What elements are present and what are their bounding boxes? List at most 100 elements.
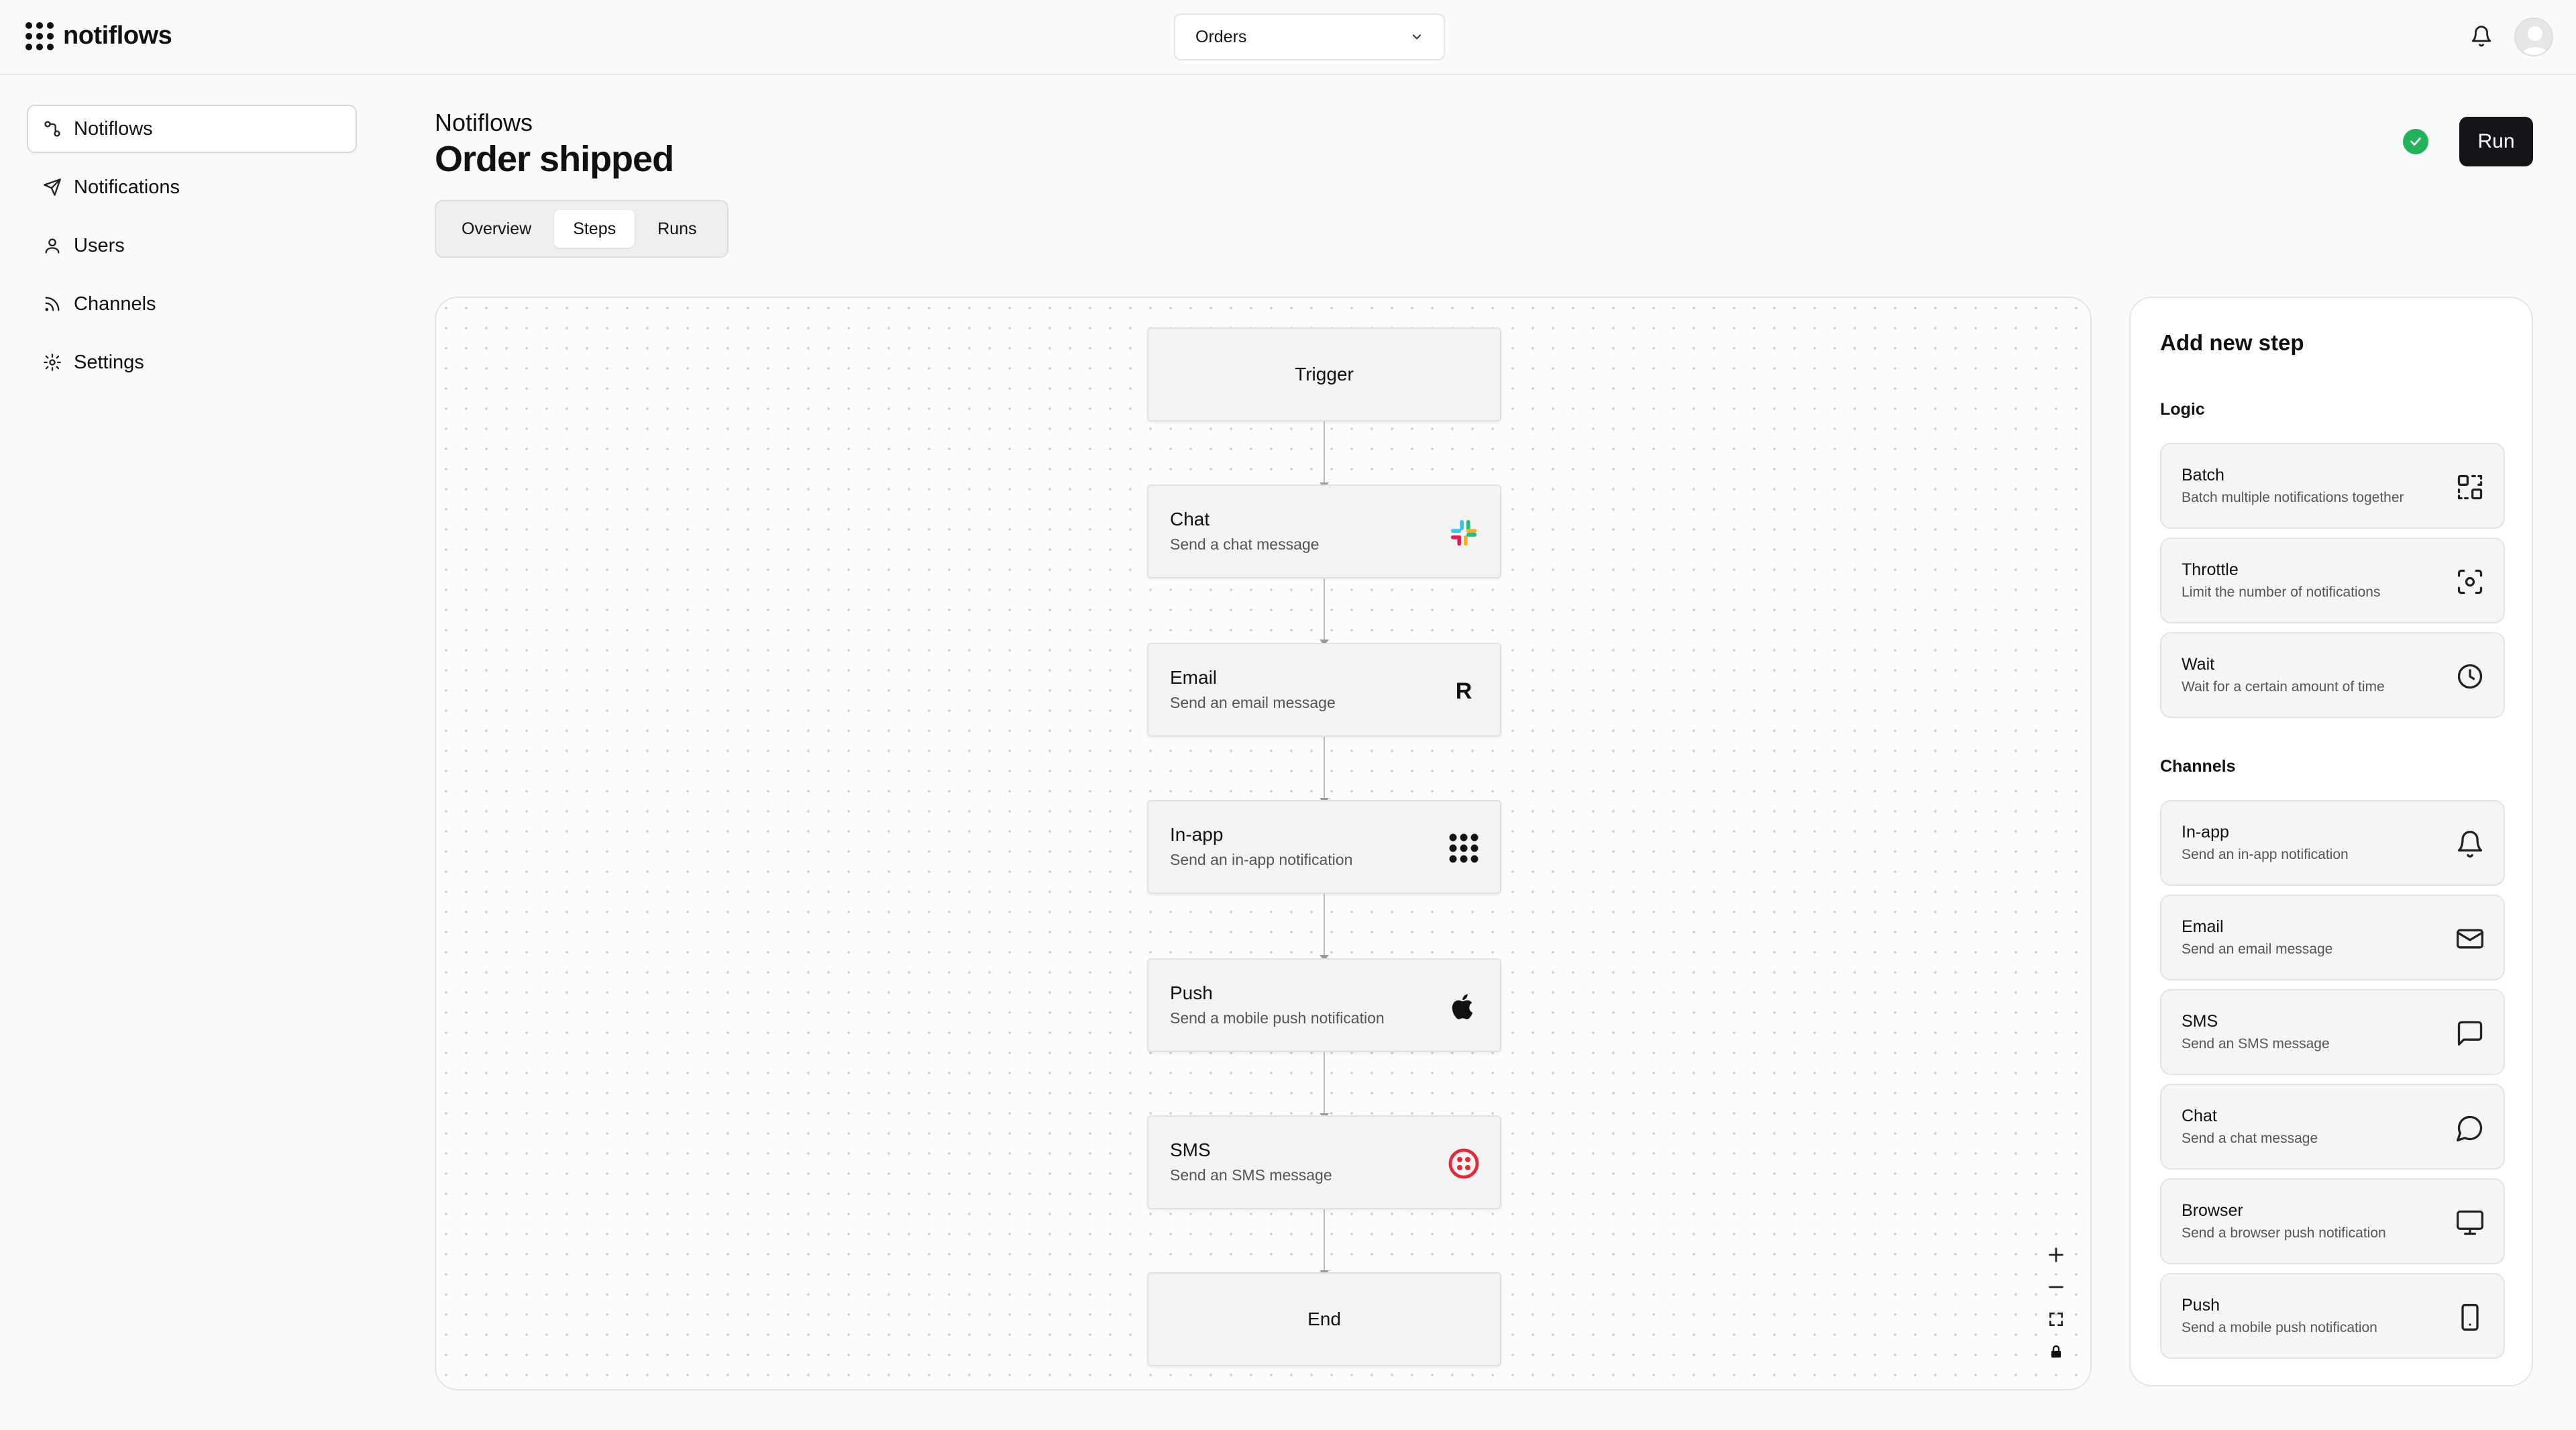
grid-logo-icon — [25, 21, 54, 50]
step-title: Email — [1170, 667, 1218, 688]
card-subtitle: Send an SMS message — [2182, 1036, 2330, 1052]
step-subtitle: Send an in-app notification — [1170, 851, 1353, 868]
status-badge — [2403, 129, 2428, 154]
smartphone-icon — [2461, 1304, 2479, 1331]
step-title: In-app — [1170, 824, 1224, 845]
step-subtitle: Send a mobile push notification — [1170, 1009, 1385, 1027]
step-title: SMS — [1170, 1139, 1211, 1160]
card-title: Throttle — [2182, 560, 2239, 579]
card-subtitle: Send a browser push notification — [2182, 1225, 2386, 1241]
step-node-sms[interactable]: SMS Send an SMS message — [1147, 1115, 1501, 1209]
monitor-icon — [2457, 1210, 2483, 1235]
sidebar-item-label: Channels — [74, 293, 156, 315]
step-node-in-app[interactable]: In-app Send an in-app notification — [1147, 800, 1501, 894]
chevron-down-icon — [1412, 34, 1421, 40]
user-avatar-icon — [2521, 26, 2549, 55]
user-icon — [45, 238, 60, 254]
fit-view-icon[interactable] — [2041, 1305, 2072, 1334]
card-subtitle: Batch multiple notifications together — [2182, 490, 2404, 505]
flow-edge — [1320, 1209, 1329, 1276]
apple-icon — [1448, 990, 1480, 1023]
twilio-icon — [1448, 1147, 1480, 1180]
app-name: notiflows — [63, 21, 172, 50]
lock-icon[interactable] — [2041, 1337, 2072, 1366]
tab-steps[interactable]: Steps — [554, 210, 635, 248]
workflow-select[interactable]: Orders — [1174, 13, 1445, 60]
canvas-controls — [2041, 1240, 2072, 1366]
throttle-icon — [2457, 569, 2483, 595]
trigger-node[interactable]: Trigger — [1147, 327, 1501, 421]
step-card-wait[interactable]: Wait Wait for a certain amount of time — [2160, 632, 2505, 718]
workflow-select-value: Orders — [1195, 27, 1247, 46]
sidebar-item-channels[interactable]: Channels — [27, 280, 357, 328]
step-node-chat[interactable]: Chat Send a chat message — [1147, 484, 1501, 578]
tab-bar: Overview Steps Runs — [435, 200, 729, 258]
card-subtitle: Send a mobile push notification — [2182, 1320, 2377, 1335]
step-card-throttle[interactable]: Throttle Limit the number of notificatio… — [2160, 538, 2505, 623]
step-node-push[interactable]: Push Send a mobile push notification — [1147, 958, 1501, 1052]
avatar[interactable] — [2514, 17, 2553, 56]
step-title: Chat — [1170, 509, 1210, 529]
card-title: Email — [2182, 917, 2224, 936]
card-subtitle: Send an email message — [2182, 941, 2333, 957]
step-card-chat[interactable]: Chat Send a chat message — [2160, 1084, 2505, 1170]
card-title: Chat — [2182, 1107, 2217, 1125]
sidebar-item-label: Users — [74, 234, 125, 256]
step-title: Push — [1170, 982, 1213, 1003]
page-title: Order shipped — [435, 139, 674, 179]
flow-edge — [1320, 1052, 1329, 1119]
step-node-email[interactable]: Email Send an email message R — [1147, 643, 1501, 737]
tab-runs[interactable]: Runs — [639, 210, 715, 248]
card-title: Batch — [2182, 466, 2224, 484]
sidebar-item-label: Notiflows — [74, 117, 153, 140]
sidebar-item-label: Notifications — [74, 176, 180, 198]
step-card-in-app[interactable]: In-app Send an in-app notification — [2160, 800, 2505, 886]
check-icon — [2410, 138, 2421, 146]
sidebar: Notiflows Notifications Users Channels S… — [27, 105, 357, 397]
notiflows-dots-icon — [1448, 832, 1480, 864]
flow-edge — [1320, 421, 1329, 489]
flow-edge — [1320, 737, 1329, 804]
mail-icon — [2457, 929, 2483, 949]
zoom-out-icon[interactable] — [2041, 1272, 2072, 1302]
step-card-sms[interactable]: SMS Send an SMS message — [2160, 989, 2505, 1075]
flow-edge — [1320, 578, 1329, 646]
slack-icon — [1448, 517, 1480, 549]
sidebar-item-notiflows[interactable]: Notiflows — [27, 105, 357, 153]
sidebar-item-notifications[interactable]: Notifications — [27, 163, 357, 211]
step-card-browser[interactable]: Browser Send a browser push notification — [2160, 1178, 2505, 1264]
card-title: Browser — [2182, 1201, 2243, 1220]
tab-overview[interactable]: Overview — [443, 210, 550, 248]
message-circle-icon — [2457, 1115, 2483, 1141]
step-card-push[interactable]: Push Send a mobile push notification — [2160, 1273, 2505, 1359]
breadcrumb[interactable]: Notiflows — [435, 109, 533, 137]
workflow-icon — [44, 121, 60, 137]
section-label-channels: Channels — [2160, 757, 2236, 776]
batch-icon — [2457, 474, 2483, 500]
resend-icon: R — [1455, 678, 1472, 704]
zoom-in-icon[interactable] — [2041, 1240, 2072, 1270]
message-square-icon — [2457, 1021, 2483, 1046]
bell-icon[interactable] — [2470, 23, 2493, 50]
card-subtitle: Limit the number of notifications — [2182, 584, 2381, 600]
app-logo[interactable]: notiflows — [25, 21, 172, 50]
bell-icon — [2457, 831, 2483, 858]
card-title: Push — [2182, 1296, 2220, 1315]
end-node[interactable]: End — [1147, 1272, 1501, 1366]
send-icon — [44, 178, 61, 196]
step-card-batch[interactable]: Batch Batch multiple notifications toget… — [2160, 443, 2505, 529]
sidebar-item-label: Settings — [74, 351, 144, 373]
gear-icon — [44, 354, 61, 371]
card-subtitle: Send a chat message — [2182, 1131, 2318, 1146]
clock-icon — [2457, 664, 2483, 689]
card-title: Wait — [2182, 655, 2215, 674]
card-title: In-app — [2182, 823, 2229, 841]
step-card-email[interactable]: Email Send an email message — [2160, 895, 2505, 980]
flow-canvas[interactable]: Trigger Chat Send a chat message Email S… — [435, 297, 2092, 1390]
add-step-panel: Add new step Logic Batch Batch multiple … — [2129, 297, 2533, 1386]
run-button[interactable]: Run — [2459, 117, 2533, 166]
step-subtitle: Send an email message — [1170, 694, 1336, 711]
section-label-logic: Logic — [2160, 400, 2205, 419]
sidebar-item-users[interactable]: Users — [27, 221, 357, 270]
sidebar-item-settings[interactable]: Settings — [27, 338, 357, 387]
